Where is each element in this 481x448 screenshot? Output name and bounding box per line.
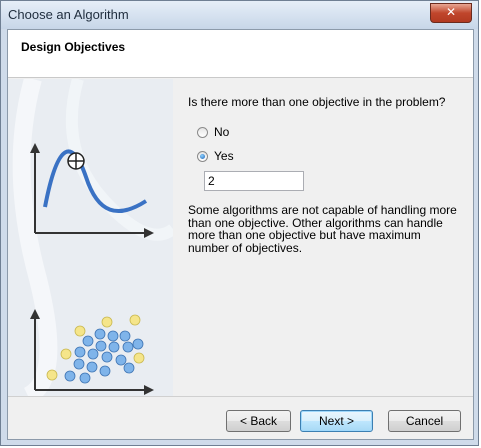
radio-option-yes[interactable]: Yes bbox=[197, 148, 234, 164]
content-area: Is there more than one objective in the … bbox=[186, 79, 466, 396]
radio-yes-label: Yes bbox=[214, 149, 234, 163]
footer-divider bbox=[8, 396, 473, 397]
radio-no-button[interactable] bbox=[197, 126, 208, 138]
window-title: Choose an Algorithm bbox=[8, 7, 129, 22]
title-bar[interactable]: Choose an Algorithm ✕ bbox=[1, 1, 478, 29]
illustration-panel bbox=[8, 79, 173, 396]
objectives-count-input[interactable] bbox=[204, 171, 304, 191]
dialog-client-area: Design Objectives Is there more than one… bbox=[7, 29, 474, 440]
radio-yes-button[interactable] bbox=[197, 150, 208, 162]
cancel-button[interactable]: Cancel bbox=[388, 410, 461, 432]
next-button[interactable]: Next > bbox=[300, 410, 373, 432]
close-icon: ✕ bbox=[445, 5, 457, 19]
back-button[interactable]: < Back bbox=[226, 410, 291, 432]
page-title: Design Objectives bbox=[21, 40, 126, 54]
illustration-graphics bbox=[12, 79, 173, 396]
window-bottom-frame bbox=[1, 440, 478, 447]
radio-option-no[interactable]: No bbox=[197, 124, 229, 140]
question-label: Is there more than one objective in the … bbox=[188, 95, 446, 109]
close-button[interactable]: ✕ bbox=[430, 3, 472, 23]
radio-no-label: No bbox=[214, 125, 230, 139]
wizard-header: Design Objectives bbox=[8, 30, 473, 78]
info-text: Some algorithms are not capable of handl… bbox=[188, 203, 457, 255]
dialog-window: Choose an Algorithm ✕ Design Objectives bbox=[0, 0, 479, 446]
